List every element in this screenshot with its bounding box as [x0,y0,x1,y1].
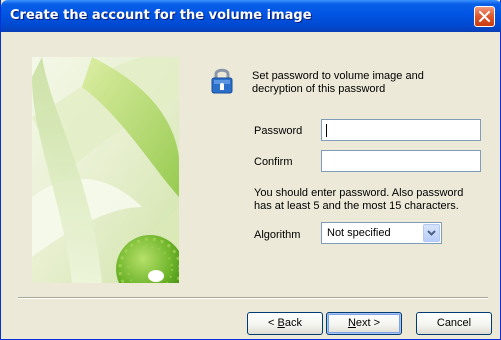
confirm-label: Confirm [254,156,293,168]
back-button[interactable]: < Back [247,312,323,335]
dialog-content: Set password to volume image and decrypt… [1,32,500,339]
password-hint: You should enter password. Also password… [254,187,464,212]
close-icon [479,11,490,22]
password-label: Password [254,125,303,137]
algorithm-selected-value: Not specified [327,227,391,239]
algorithm-label: Algorithm [254,229,301,241]
back-label-rest: ack [284,317,302,329]
next-suffix: > [370,317,381,329]
confirm-field[interactable] [321,150,481,172]
title-bar[interactable]: Create the account for the volume image [1,0,501,32]
algorithm-select[interactable]: Not specified [321,222,442,244]
close-button[interactable] [474,6,495,27]
password-field[interactable] [321,119,481,141]
wizard-side-image [32,57,179,283]
intro-text: Set password to volume image and decrypt… [252,70,424,95]
window-title: Create the account for the volume image [10,8,312,23]
dropdown-button[interactable] [423,224,440,242]
chevron-down-icon [427,230,436,236]
next-label-rest: ext [355,317,371,329]
next-button[interactable]: Next > [326,312,402,335]
footer-separator [18,297,488,299]
wizard-dialog: Create the account for the volume image [0,0,501,340]
back-prefix: < [268,317,278,329]
cancel-button[interactable]: Cancel [416,312,492,335]
text-caret [326,124,327,137]
next-mnemonic: N [347,317,356,329]
back-mnemonic: B [277,317,285,329]
lock-icon [211,68,233,94]
